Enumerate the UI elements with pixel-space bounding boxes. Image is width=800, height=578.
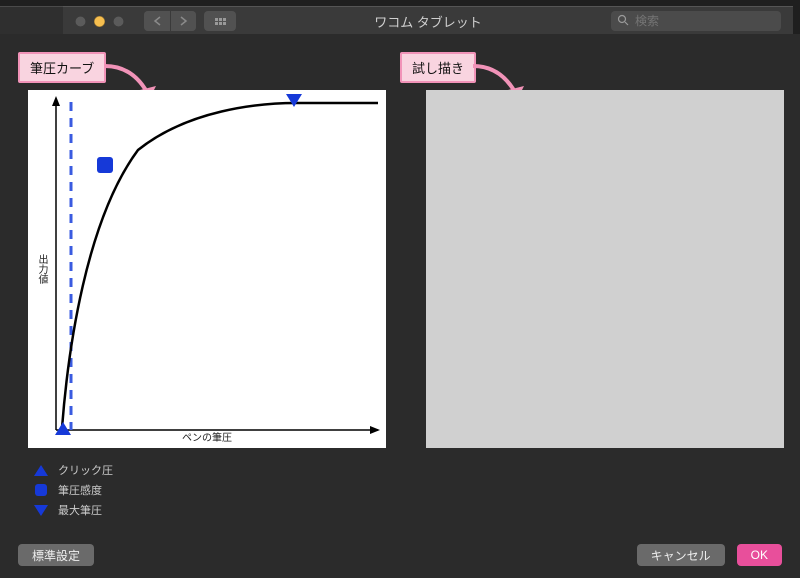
content-body: 筆圧カーブ 試し描き 出力値 ペンの筆圧 bbox=[0, 34, 800, 578]
legend-item-max: 最大筆圧 bbox=[34, 500, 113, 520]
legend-item-sensitivity: 筆圧感度 bbox=[34, 480, 113, 500]
annotation-tag-test: 試し描き bbox=[400, 52, 476, 83]
search-icon bbox=[617, 14, 629, 29]
minimize-window-icon[interactable] bbox=[94, 16, 105, 27]
chevron-right-icon bbox=[179, 16, 188, 26]
legend-item-click: クリック圧 bbox=[34, 460, 113, 480]
annotation-tag-curve: 筆圧カーブ bbox=[18, 52, 106, 83]
square-icon bbox=[35, 484, 47, 496]
titlebar-left bbox=[0, 6, 63, 36]
grid-icon bbox=[215, 18, 226, 25]
legend-label: クリック圧 bbox=[58, 462, 113, 478]
cancel-button[interactable]: キャンセル bbox=[637, 544, 725, 566]
max-pressure-handle[interactable] bbox=[286, 94, 302, 107]
legend-label: 最大筆圧 bbox=[58, 502, 102, 518]
triangle-up-icon bbox=[34, 465, 48, 476]
default-settings-button[interactable]: 標準設定 bbox=[18, 544, 94, 566]
pressure-curve-chart bbox=[28, 90, 386, 448]
ok-button[interactable]: OK bbox=[737, 544, 782, 566]
footer: 標準設定 キャンセル OK bbox=[0, 544, 800, 566]
test-stroke-panel[interactable] bbox=[426, 90, 784, 448]
legend-label: 筆圧感度 bbox=[58, 482, 102, 498]
chevron-left-icon bbox=[153, 16, 162, 26]
zoom-window-icon[interactable] bbox=[113, 16, 124, 27]
grid-view-button[interactable] bbox=[204, 11, 236, 31]
nav-buttons bbox=[144, 11, 196, 31]
search-input[interactable] bbox=[633, 13, 775, 29]
triangle-down-icon bbox=[34, 505, 48, 516]
nav-back-button[interactable] bbox=[144, 11, 170, 31]
window-controls bbox=[75, 16, 124, 27]
sensitivity-handle[interactable] bbox=[97, 157, 113, 173]
pressure-curve-panel[interactable]: 出力値 ペンの筆圧 bbox=[28, 90, 386, 448]
x-axis-label: ペンの筆圧 bbox=[182, 429, 232, 444]
search-field[interactable] bbox=[611, 11, 781, 31]
nav-forward-button[interactable] bbox=[170, 11, 196, 31]
close-window-icon[interactable] bbox=[75, 16, 86, 27]
legend: クリック圧 筆圧感度 最大筆圧 bbox=[34, 460, 113, 520]
click-pressure-handle[interactable] bbox=[55, 422, 71, 435]
y-axis-label: 出力値 bbox=[34, 254, 49, 284]
titlebar: ワコム タブレット bbox=[63, 6, 793, 36]
